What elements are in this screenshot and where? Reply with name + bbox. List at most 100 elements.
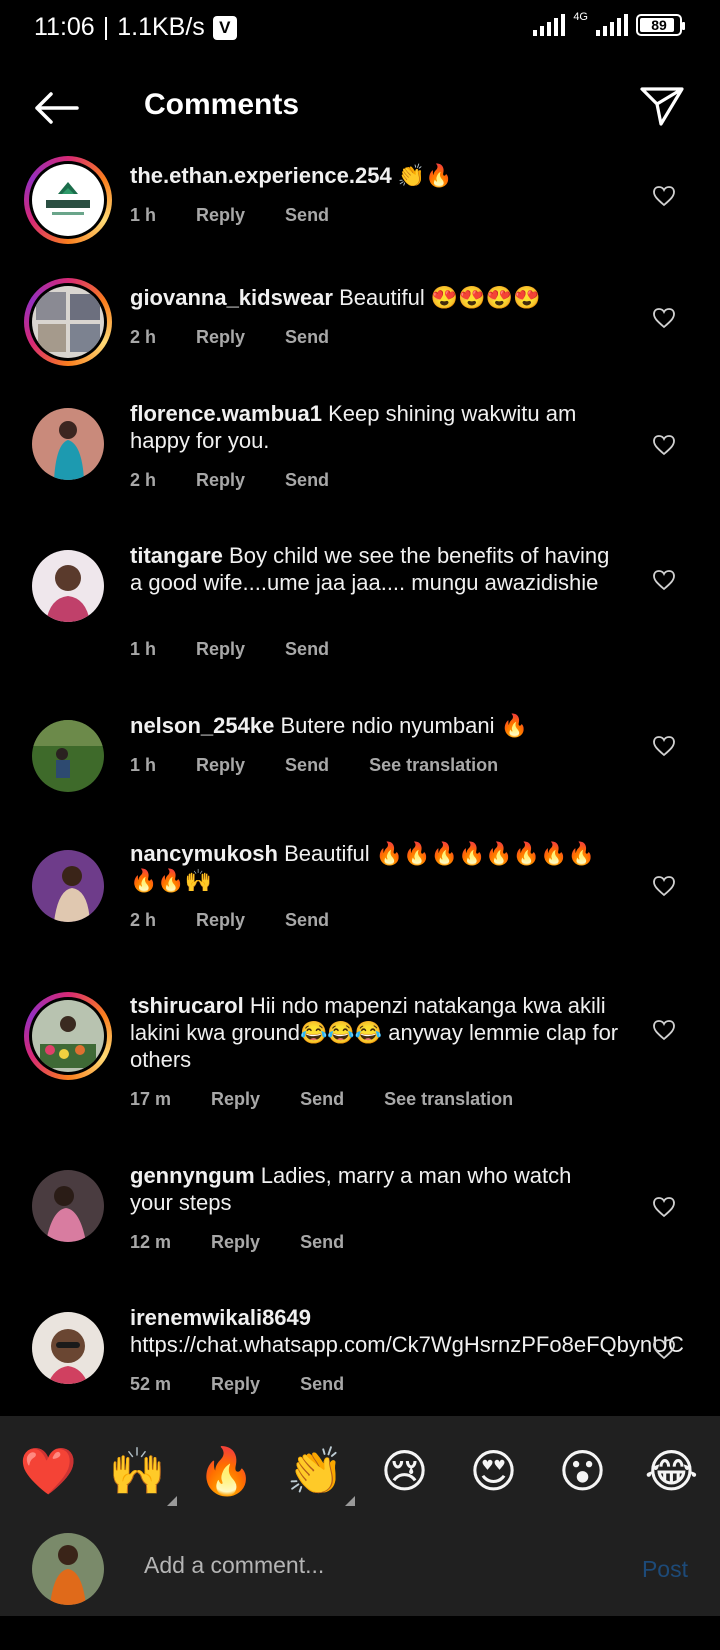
reaction-heart[interactable]: ❤️: [14, 1436, 84, 1506]
heart-icon: [653, 570, 675, 591]
comment-composer: Add a comment... Post: [0, 1526, 720, 1616]
current-user-avatar: [32, 1533, 104, 1605]
like-button[interactable]: [650, 1016, 678, 1044]
comment-meta: 1 h Reply Send: [130, 205, 369, 226]
bottom-area: [0, 1616, 720, 1650]
like-button[interactable]: [650, 431, 678, 459]
send-button[interactable]: Send: [285, 327, 329, 348]
reaction-laughing[interactable]: 😂: [637, 1436, 707, 1506]
post-button[interactable]: Post: [642, 1556, 688, 1583]
comment-text: florence.wambua1 Keep shining wakwitu am…: [130, 400, 620, 454]
like-button[interactable]: [650, 1193, 678, 1221]
heart-icon: [653, 1339, 675, 1360]
status-time: 11:06 | 1.1KB/s V: [34, 13, 237, 42]
avatar: [32, 1000, 104, 1072]
avatar: [32, 720, 104, 792]
comment-meta: 52 m Reply Send: [130, 1374, 384, 1395]
page-title: Comments: [144, 88, 300, 121]
comment-time: 2 h: [130, 910, 157, 930]
send-button[interactable]: Send: [285, 639, 329, 660]
reaction-clap[interactable]: 👏: [281, 1436, 355, 1506]
comment-username[interactable]: florence.wambua1: [130, 401, 322, 426]
reply-button[interactable]: Reply: [196, 327, 245, 348]
back-button[interactable]: [28, 80, 84, 136]
comment-username[interactable]: tshirucarol: [130, 993, 244, 1018]
like-button[interactable]: [650, 732, 678, 760]
comment-username[interactable]: the.ethan.experience.254: [130, 163, 392, 188]
reaction-crying[interactable]: 😢: [370, 1436, 440, 1506]
comment-time: 12 m: [130, 1232, 172, 1252]
like-button[interactable]: [650, 304, 678, 332]
avatar: [32, 850, 104, 922]
avatar: [32, 164, 104, 236]
send-button[interactable]: Send: [285, 910, 329, 931]
comment-username[interactable]: nancymukosh: [130, 841, 278, 866]
avatar-story-ring[interactable]: [24, 992, 112, 1080]
skin-tone-indicator: [166, 1496, 177, 1506]
reaction-fire[interactable]: 🔥: [192, 1436, 262, 1506]
skin-tone-indicator: [344, 1496, 355, 1506]
reply-button[interactable]: Reply: [211, 1232, 260, 1253]
comment-username[interactable]: gennyngum: [130, 1163, 255, 1188]
avatar-wrap[interactable]: [24, 712, 112, 800]
see-translation-button[interactable]: See translation: [384, 1089, 513, 1110]
reaction-surprised[interactable]: 😮: [548, 1436, 618, 1506]
header: Comments: [0, 56, 720, 156]
avatar-wrap[interactable]: [24, 842, 112, 930]
reply-button[interactable]: Reply: [196, 639, 245, 660]
comment-username[interactable]: titangare: [130, 543, 223, 568]
avatar-wrap[interactable]: [24, 400, 112, 488]
comment-content: https://chat.whatsapp.com/Ck7WgHsrnzPFo8…: [130, 1332, 684, 1357]
reaction-heart-eyes[interactable]: 😍: [459, 1436, 529, 1506]
reply-button[interactable]: Reply: [196, 910, 245, 931]
comment-content: 👏🔥: [397, 163, 453, 188]
avatar-wrap[interactable]: [24, 1162, 112, 1250]
comment-time: 1 h: [130, 639, 157, 659]
avatar-wrap[interactable]: [24, 1304, 112, 1392]
comment-time: 52 m: [130, 1374, 172, 1394]
comment-time: 17 m: [130, 1089, 172, 1109]
reply-button[interactable]: Reply: [211, 1374, 260, 1395]
comment-time: 1 h: [130, 205, 157, 225]
like-button[interactable]: [650, 1335, 678, 1363]
avatar-story-ring[interactable]: [24, 156, 112, 244]
reply-button[interactable]: Reply: [211, 1089, 260, 1110]
send-button[interactable]: Send: [285, 755, 329, 776]
comment-meta: 1 h Reply Send See translation: [130, 755, 538, 776]
comment-text: titangare Boy child we see the benefits …: [130, 542, 620, 596]
reply-button[interactable]: Reply: [196, 470, 245, 491]
like-button[interactable]: [650, 566, 678, 594]
clock: 11:06: [34, 13, 95, 41]
comment-text: giovanna_kidswear Beautiful 😍😍😍😍: [130, 284, 620, 311]
battery-level: 89: [651, 17, 667, 33]
comment-content: Butere ndio nyumbani 🔥: [280, 713, 528, 738]
share-button[interactable]: [634, 78, 690, 134]
comment-content: Beautiful 😍😍😍😍: [339, 285, 541, 310]
comment-username[interactable]: giovanna_kidswear: [130, 285, 333, 310]
comment-username[interactable]: irenemwikali8649: [130, 1305, 311, 1330]
avatar-wrap[interactable]: [24, 542, 112, 630]
paper-plane-icon: [640, 87, 684, 126]
network-type: 4G: [573, 11, 588, 23]
send-button[interactable]: Send: [285, 205, 329, 226]
see-translation-button[interactable]: See translation: [369, 755, 498, 776]
like-button[interactable]: [650, 872, 678, 900]
send-button[interactable]: Send: [285, 470, 329, 491]
reply-button[interactable]: Reply: [196, 205, 245, 226]
comment-username[interactable]: nelson_254ke: [130, 713, 274, 738]
comment-time: 1 h: [130, 755, 157, 775]
comment-meta: 12 m Reply Send: [130, 1232, 384, 1253]
send-button[interactable]: Send: [300, 1374, 344, 1395]
comment-input[interactable]: Add a comment...: [144, 1552, 324, 1579]
avatar-story-ring[interactable]: [24, 278, 112, 366]
heart-icon: [653, 435, 675, 456]
avatar: [32, 408, 104, 480]
reply-button[interactable]: Reply: [196, 755, 245, 776]
send-button[interactable]: Send: [300, 1232, 344, 1253]
avatar: [32, 1170, 104, 1242]
send-button[interactable]: Send: [300, 1089, 344, 1110]
like-button[interactable]: [650, 182, 678, 210]
comments-list[interactable]: the.ethan.experience.254 👏🔥 1 h Reply Se…: [0, 156, 720, 1416]
heart-icon: [653, 1197, 675, 1218]
reaction-raised-hands[interactable]: 🙌: [103, 1436, 177, 1506]
